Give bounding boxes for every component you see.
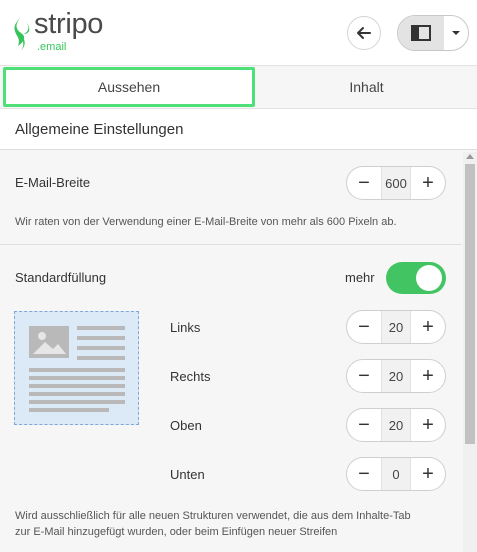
padding-bottom-stepper: − 0 + [346,457,446,491]
padding-left-value[interactable]: 20 [381,311,411,343]
more-toggle-label: mehr [345,270,375,285]
padding-top-label: Oben [170,418,202,433]
padding-top-decrement-button[interactable]: − [347,409,381,441]
padding-right-decrement-button[interactable]: − [347,360,381,392]
email-width-stepper: − 600 + [346,166,446,200]
padding-right-increment-button[interactable]: + [411,360,445,392]
chevron-down-icon [452,31,460,35]
scrollbar[interactable] [463,152,477,552]
padding-preview [14,311,139,425]
email-width-decrement-button[interactable]: − [347,167,381,199]
preview-text-line [77,336,125,340]
tab-bar: Aussehen Inhalt [0,66,477,108]
preview-text-line [29,400,125,404]
panel-layout-icon [411,25,431,41]
padding-right-label: Rechts [170,369,211,384]
padding-left-increment-button[interactable]: + [411,311,445,343]
padding-right-stepper: − 20 + [346,359,446,393]
preview-text-line [77,326,125,330]
padding-top-stepper: − 20 + [346,408,446,442]
preview-text-line [29,376,125,380]
padding-top-increment-button[interactable]: + [411,409,445,441]
image-placeholder-icon [29,326,69,358]
padding-bottom-label: Unten [170,467,205,482]
email-width-label: E-Mail-Breite [15,175,91,190]
padding-top-value[interactable]: 20 [381,409,411,441]
section-header[interactable]: Allgemeine Einstellungen [0,108,477,150]
default-padding-label: Standardfüllung [15,270,107,285]
more-toggle[interactable] [386,262,446,294]
padding-right-value[interactable]: 20 [381,360,411,392]
toggle-knob [416,265,442,291]
padding-bottom-decrement-button[interactable]: − [347,458,381,490]
divider [0,244,462,245]
scroll-up-arrow-icon[interactable] [466,154,474,159]
tab-inhalt[interactable]: Inhalt [256,66,477,108]
preview-text-line [29,408,109,412]
preview-text-line [29,384,125,388]
arrow-left-icon [357,27,371,39]
layout-switcher [397,15,469,51]
padding-bottom-value[interactable]: 0 [381,458,411,490]
padding-note-line2: zur E-Mail hinzugefügt wurden, oder beim… [15,526,338,538]
padding-left-decrement-button[interactable]: − [347,311,381,343]
stripo-logo[interactable]: stripo .email [12,8,132,56]
preview-text-line [29,368,125,372]
scrollbar-thumb[interactable] [465,164,475,444]
padding-left-label: Links [170,320,201,335]
section-title: Allgemeine Einstellungen [15,121,184,138]
back-button[interactable] [347,16,381,50]
preview-text-line [77,346,125,350]
email-width-value[interactable]: 600 [381,167,411,199]
padding-note-line1: Wird ausschließlich für alle neuen Struk… [15,510,411,522]
email-width-increment-button[interactable]: + [411,167,445,199]
padding-left-stepper: − 20 + [346,310,446,344]
logo-subtext: .email [37,41,67,53]
stripo-leaf-icon [14,16,30,51]
padding-bottom-increment-button[interactable]: + [411,458,445,490]
preview-text-line [77,356,125,360]
email-width-hint: Wir raten von der Verwendung einer E-Mai… [15,216,397,228]
logo-wordmark: stripo [34,8,104,40]
preview-text-line [29,392,125,396]
layout-dropdown-button[interactable] [444,16,468,50]
tab-aussehen[interactable]: Aussehen [3,67,255,107]
header: stripo .email [0,0,477,66]
layout-toggle-button[interactable] [398,16,444,50]
